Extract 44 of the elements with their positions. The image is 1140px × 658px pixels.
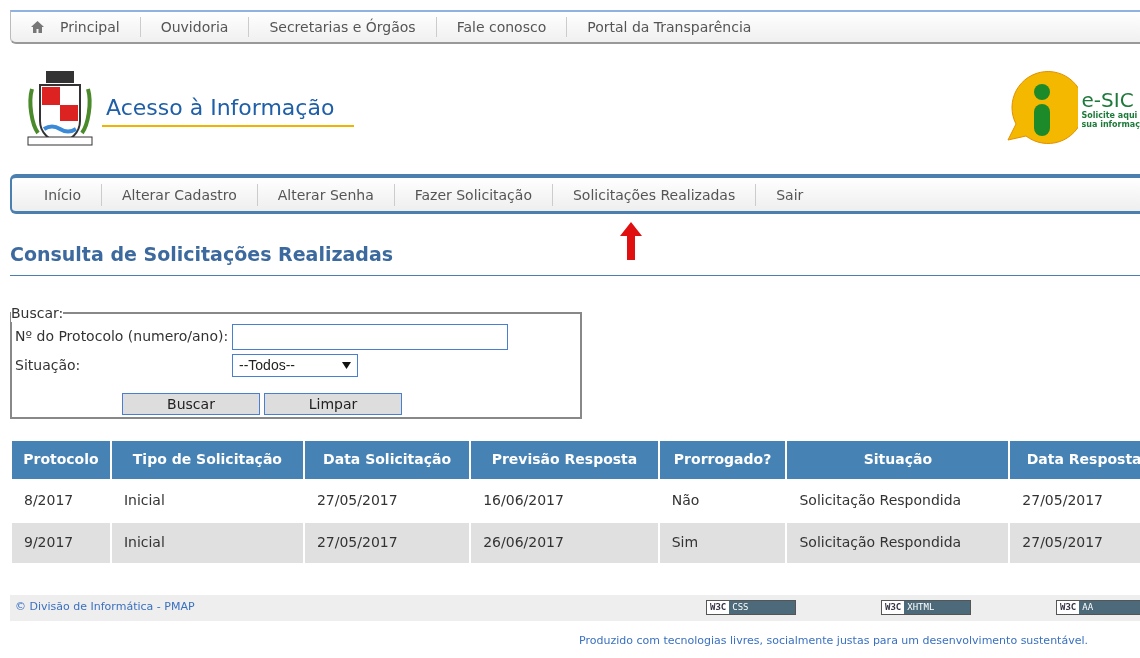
search-form-button[interactable]: Limpar: [264, 392, 402, 415]
top-menu-link[interactable]: Portal da Transparência: [567, 17, 772, 37]
top-menu-link[interactable]: Ouvidoria: [140, 17, 250, 37]
table-cell: 9/2017: [12, 522, 110, 565]
w3c-badge[interactable]: W3C CSS: [706, 600, 796, 615]
column-header: Protocolo: [12, 440, 110, 481]
main-menu-link[interactable]: Fazer Solicitação: [394, 183, 553, 206]
esic-name: e-SIC: [1081, 89, 1134, 111]
footer-note: Produzido com tecnologias livres, socialmente justas para um desenvolvimento sustentável.: [578, 632, 1089, 649]
status-select[interactable]: --Todos--: [232, 353, 358, 377]
footer-credit: © Divisão de Informática - PMAP: [15, 599, 195, 616]
table-cell: 27/05/2017: [304, 522, 470, 565]
column-header: Previsão Resposta: [471, 440, 658, 481]
w3c-badge[interactable]: W3C AA: [1056, 600, 1140, 615]
column-header: Situação: [787, 440, 1009, 481]
table-cell: 26/06/2017: [471, 522, 658, 565]
table-cell: Sim: [659, 522, 786, 565]
column-header: Prorrogado?: [659, 440, 786, 481]
main-menu-link[interactable]: Solicitações Realizadas: [552, 183, 757, 206]
top-menu-link[interactable]: Secretarias e Órgãos: [249, 17, 437, 37]
main-menu-link[interactable]: Alterar Cadastro: [102, 183, 258, 206]
status-label: Situação:: [15, 355, 82, 375]
table-cell: Solicitação Respondida: [787, 522, 1009, 565]
site-title: Acesso à Informação: [102, 91, 355, 127]
esic-tagline: Solicite aqui: [1081, 111, 1138, 120]
main-menu-link[interactable]: Início: [24, 183, 103, 206]
table-cell: 27/05/2017: [1010, 522, 1140, 565]
home-menu-link[interactable]: Principal: [11, 17, 141, 37]
top-menu-link[interactable]: Fale conosco: [436, 17, 568, 37]
main-menu-link[interactable]: Alterar Senha: [257, 183, 395, 206]
protocol-label: Nº do Protocolo (numero/ano):: [15, 327, 229, 346]
search-form-button[interactable]: Buscar: [122, 392, 260, 415]
table-cell: Inicial: [111, 522, 303, 565]
home-icon: [31, 21, 44, 33]
page-title: Consulta de Solicitações Realizadas: [10, 243, 394, 265]
caret-icon: [342, 361, 351, 369]
w3c-badge[interactable]: W3C XHTML: [881, 600, 971, 615]
column-header: Tipo de Solicitação: [111, 440, 303, 481]
up-arrow-icon: [620, 222, 642, 260]
main-menu-link[interactable]: Sair: [756, 183, 824, 206]
esic-tagline: sua informaç: [1081, 120, 1140, 129]
protocol-input-field[interactable]: [232, 323, 509, 350]
column-header: Data Solicitação: [304, 440, 470, 481]
column-header: Data Resposta: [1010, 440, 1140, 481]
